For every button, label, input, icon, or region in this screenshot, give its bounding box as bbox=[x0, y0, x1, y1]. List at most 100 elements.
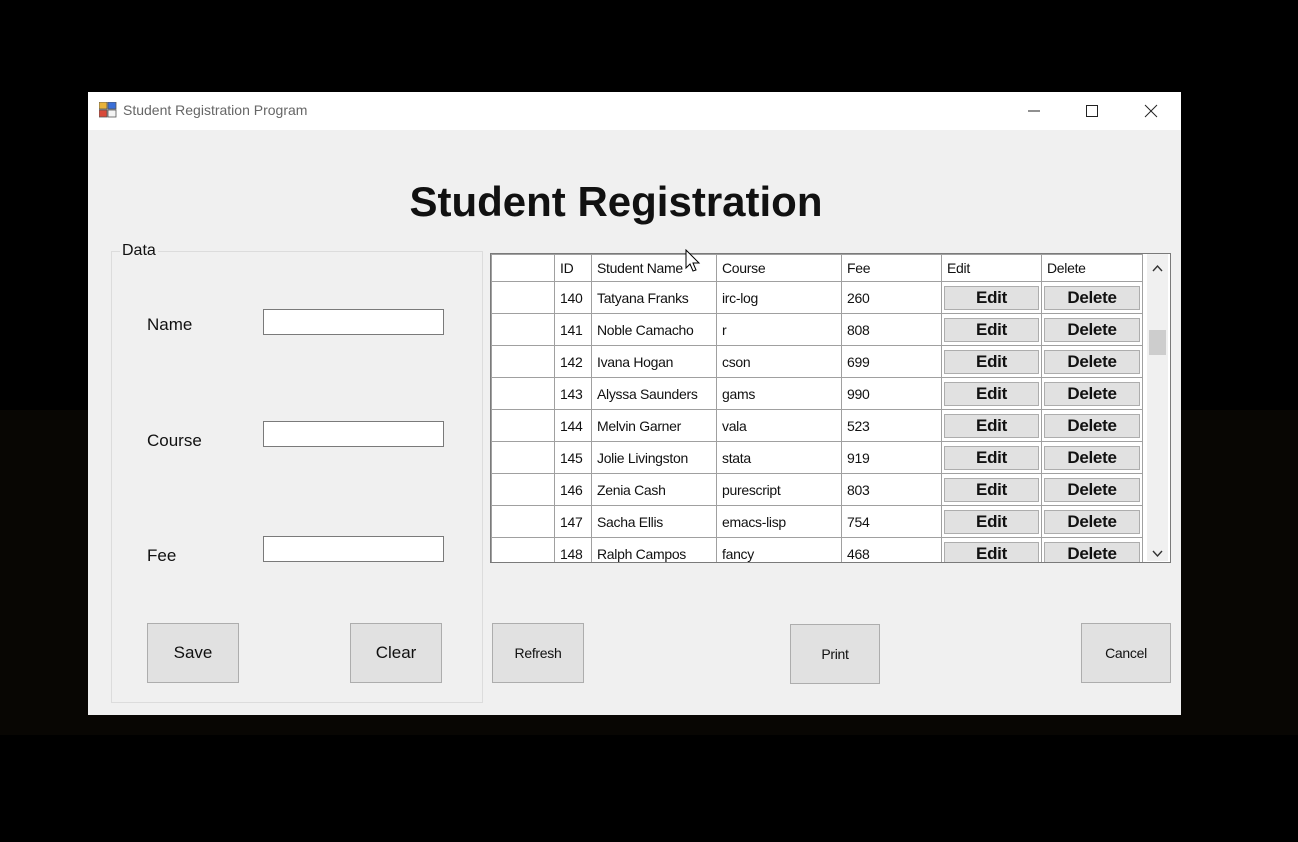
delete-button[interactable]: Delete bbox=[1044, 317, 1140, 342]
row-header-cell[interactable] bbox=[491, 281, 555, 314]
student-name-cell[interactable]: Ivana Hogan bbox=[591, 345, 717, 378]
maximize-button[interactable] bbox=[1063, 92, 1121, 130]
course-cell[interactable]: emacs-lisp bbox=[716, 505, 842, 538]
delete-button[interactable]: Delete bbox=[1044, 509, 1140, 534]
column-header-rowheader[interactable] bbox=[491, 254, 555, 282]
refresh-button[interactable]: Refresh bbox=[492, 623, 584, 683]
edit-button[interactable]: Edit bbox=[944, 285, 1039, 310]
course-cell[interactable]: gams bbox=[716, 377, 842, 410]
cancel-button[interactable]: Cancel bbox=[1081, 623, 1171, 683]
delete-button[interactable]: Delete bbox=[1044, 285, 1140, 310]
id-cell[interactable]: 144 bbox=[554, 409, 592, 442]
course-cell[interactable]: vala bbox=[716, 409, 842, 442]
id-cell[interactable]: 145 bbox=[554, 441, 592, 474]
delete-button[interactable]: Delete bbox=[1044, 349, 1140, 374]
table-row[interactable]: 143 Alyssa Saunders gams 990 Edit Delete bbox=[491, 377, 1143, 410]
delete-button[interactable]: Delete bbox=[1044, 477, 1140, 502]
course-label: Course bbox=[147, 431, 202, 450]
delete-button[interactable]: Delete bbox=[1044, 541, 1140, 562]
fee-cell[interactable]: 990 bbox=[841, 377, 942, 410]
minimize-button[interactable] bbox=[1005, 92, 1063, 130]
column-header-delete[interactable]: Delete bbox=[1041, 254, 1143, 282]
scroll-up-icon[interactable] bbox=[1152, 259, 1163, 277]
edit-button[interactable]: Edit bbox=[944, 349, 1039, 374]
fee-cell[interactable]: 468 bbox=[841, 537, 942, 562]
row-header-cell[interactable] bbox=[491, 473, 555, 506]
delete-button[interactable]: Delete bbox=[1044, 445, 1140, 470]
edit-button[interactable]: Edit bbox=[944, 541, 1039, 562]
save-button[interactable]: Save bbox=[147, 623, 239, 683]
row-header-cell[interactable] bbox=[491, 505, 555, 538]
id-cell[interactable]: 148 bbox=[554, 537, 592, 562]
scroll-thumb[interactable] bbox=[1149, 330, 1166, 355]
edit-button[interactable]: Edit bbox=[944, 477, 1039, 502]
table-row[interactable]: 147 Sacha Ellis emacs-lisp 754 Edit Delete bbox=[491, 505, 1143, 538]
course-field[interactable] bbox=[263, 421, 444, 447]
delete-cell: Delete bbox=[1041, 537, 1143, 562]
student-name-cell[interactable]: Jolie Livingston bbox=[591, 441, 717, 474]
table-row[interactable]: 142 Ivana Hogan cson 699 Edit Delete bbox=[491, 345, 1143, 378]
table-row[interactable]: 148 Ralph Campos fancy 468 Edit Delete bbox=[491, 537, 1143, 562]
column-header-edit[interactable]: Edit bbox=[941, 254, 1042, 282]
fee-cell[interactable]: 260 bbox=[841, 281, 942, 314]
table-row[interactable]: 146 Zenia Cash purescript 803 Edit Delete bbox=[491, 473, 1143, 506]
column-header-id[interactable]: ID bbox=[554, 254, 592, 282]
row-header-cell[interactable] bbox=[491, 313, 555, 346]
course-cell[interactable]: stata bbox=[716, 441, 842, 474]
column-header-course[interactable]: Course bbox=[716, 254, 842, 282]
edit-button[interactable]: Edit bbox=[944, 509, 1039, 534]
course-cell[interactable]: cson bbox=[716, 345, 842, 378]
id-cell[interactable]: 143 bbox=[554, 377, 592, 410]
edit-button[interactable]: Edit bbox=[944, 381, 1039, 406]
fee-field[interactable] bbox=[263, 536, 444, 562]
id-cell[interactable]: 141 bbox=[554, 313, 592, 346]
delete-button[interactable]: Delete bbox=[1044, 413, 1140, 438]
student-name-cell[interactable]: Noble Camacho bbox=[591, 313, 717, 346]
student-name-cell[interactable]: Zenia Cash bbox=[591, 473, 717, 506]
course-cell[interactable]: r bbox=[716, 313, 842, 346]
name-label: Name bbox=[147, 315, 193, 334]
fee-cell[interactable]: 699 bbox=[841, 345, 942, 378]
id-cell[interactable]: 142 bbox=[554, 345, 592, 378]
fee-cell[interactable]: 803 bbox=[841, 473, 942, 506]
student-name-cell[interactable]: Alyssa Saunders bbox=[591, 377, 717, 410]
id-cell[interactable]: 147 bbox=[554, 505, 592, 538]
table-row[interactable]: 141 Noble Camacho r 808 Edit Delete bbox=[491, 313, 1143, 346]
edit-button[interactable]: Edit bbox=[944, 445, 1039, 470]
fee-cell[interactable]: 919 bbox=[841, 441, 942, 474]
column-header-fee[interactable]: Fee bbox=[841, 254, 942, 282]
fee-cell[interactable]: 808 bbox=[841, 313, 942, 346]
edit-button[interactable]: Edit bbox=[944, 413, 1039, 438]
student-name-cell[interactable]: Sacha Ellis bbox=[591, 505, 717, 538]
students-grid[interactable]: ID Student Name Course Fee Edit Delete 1… bbox=[490, 253, 1171, 563]
page-title: Student Registration bbox=[409, 178, 823, 225]
grid-vertical-scrollbar[interactable] bbox=[1147, 254, 1168, 561]
print-button[interactable]: Print bbox=[790, 624, 880, 684]
row-header-cell[interactable] bbox=[491, 345, 555, 378]
course-cell[interactable]: purescript bbox=[716, 473, 842, 506]
table-row[interactable]: 145 Jolie Livingston stata 919 Edit Delete bbox=[491, 441, 1143, 474]
delete-cell: Delete bbox=[1041, 409, 1143, 442]
delete-button[interactable]: Delete bbox=[1044, 381, 1140, 406]
edit-button[interactable]: Edit bbox=[944, 317, 1039, 342]
student-name-cell[interactable]: Ralph Campos bbox=[591, 537, 717, 562]
course-cell[interactable]: irc-log bbox=[716, 281, 842, 314]
course-cell[interactable]: fancy bbox=[716, 537, 842, 562]
student-name-cell[interactable]: Tatyana Franks bbox=[591, 281, 717, 314]
table-row[interactable]: 140 Tatyana Franks irc-log 260 Edit Delete bbox=[491, 281, 1143, 314]
row-header-cell[interactable] bbox=[491, 409, 555, 442]
row-header-cell[interactable] bbox=[491, 377, 555, 410]
name-field[interactable] bbox=[263, 309, 444, 335]
scroll-down-icon[interactable] bbox=[1152, 545, 1163, 563]
student-name-cell[interactable]: Melvin Garner bbox=[591, 409, 717, 442]
row-header-cell[interactable] bbox=[491, 441, 555, 474]
id-cell[interactable]: 140 bbox=[554, 281, 592, 314]
table-row[interactable]: 144 Melvin Garner vala 523 Edit Delete bbox=[491, 409, 1143, 442]
id-cell[interactable]: 146 bbox=[554, 473, 592, 506]
fee-cell[interactable]: 754 bbox=[841, 505, 942, 538]
row-header-cell[interactable] bbox=[491, 537, 555, 562]
clear-button[interactable]: Clear bbox=[350, 623, 442, 683]
fee-cell[interactable]: 523 bbox=[841, 409, 942, 442]
app-window: Student Registration Program Student Reg… bbox=[88, 92, 1181, 715]
close-button[interactable] bbox=[1122, 92, 1180, 130]
